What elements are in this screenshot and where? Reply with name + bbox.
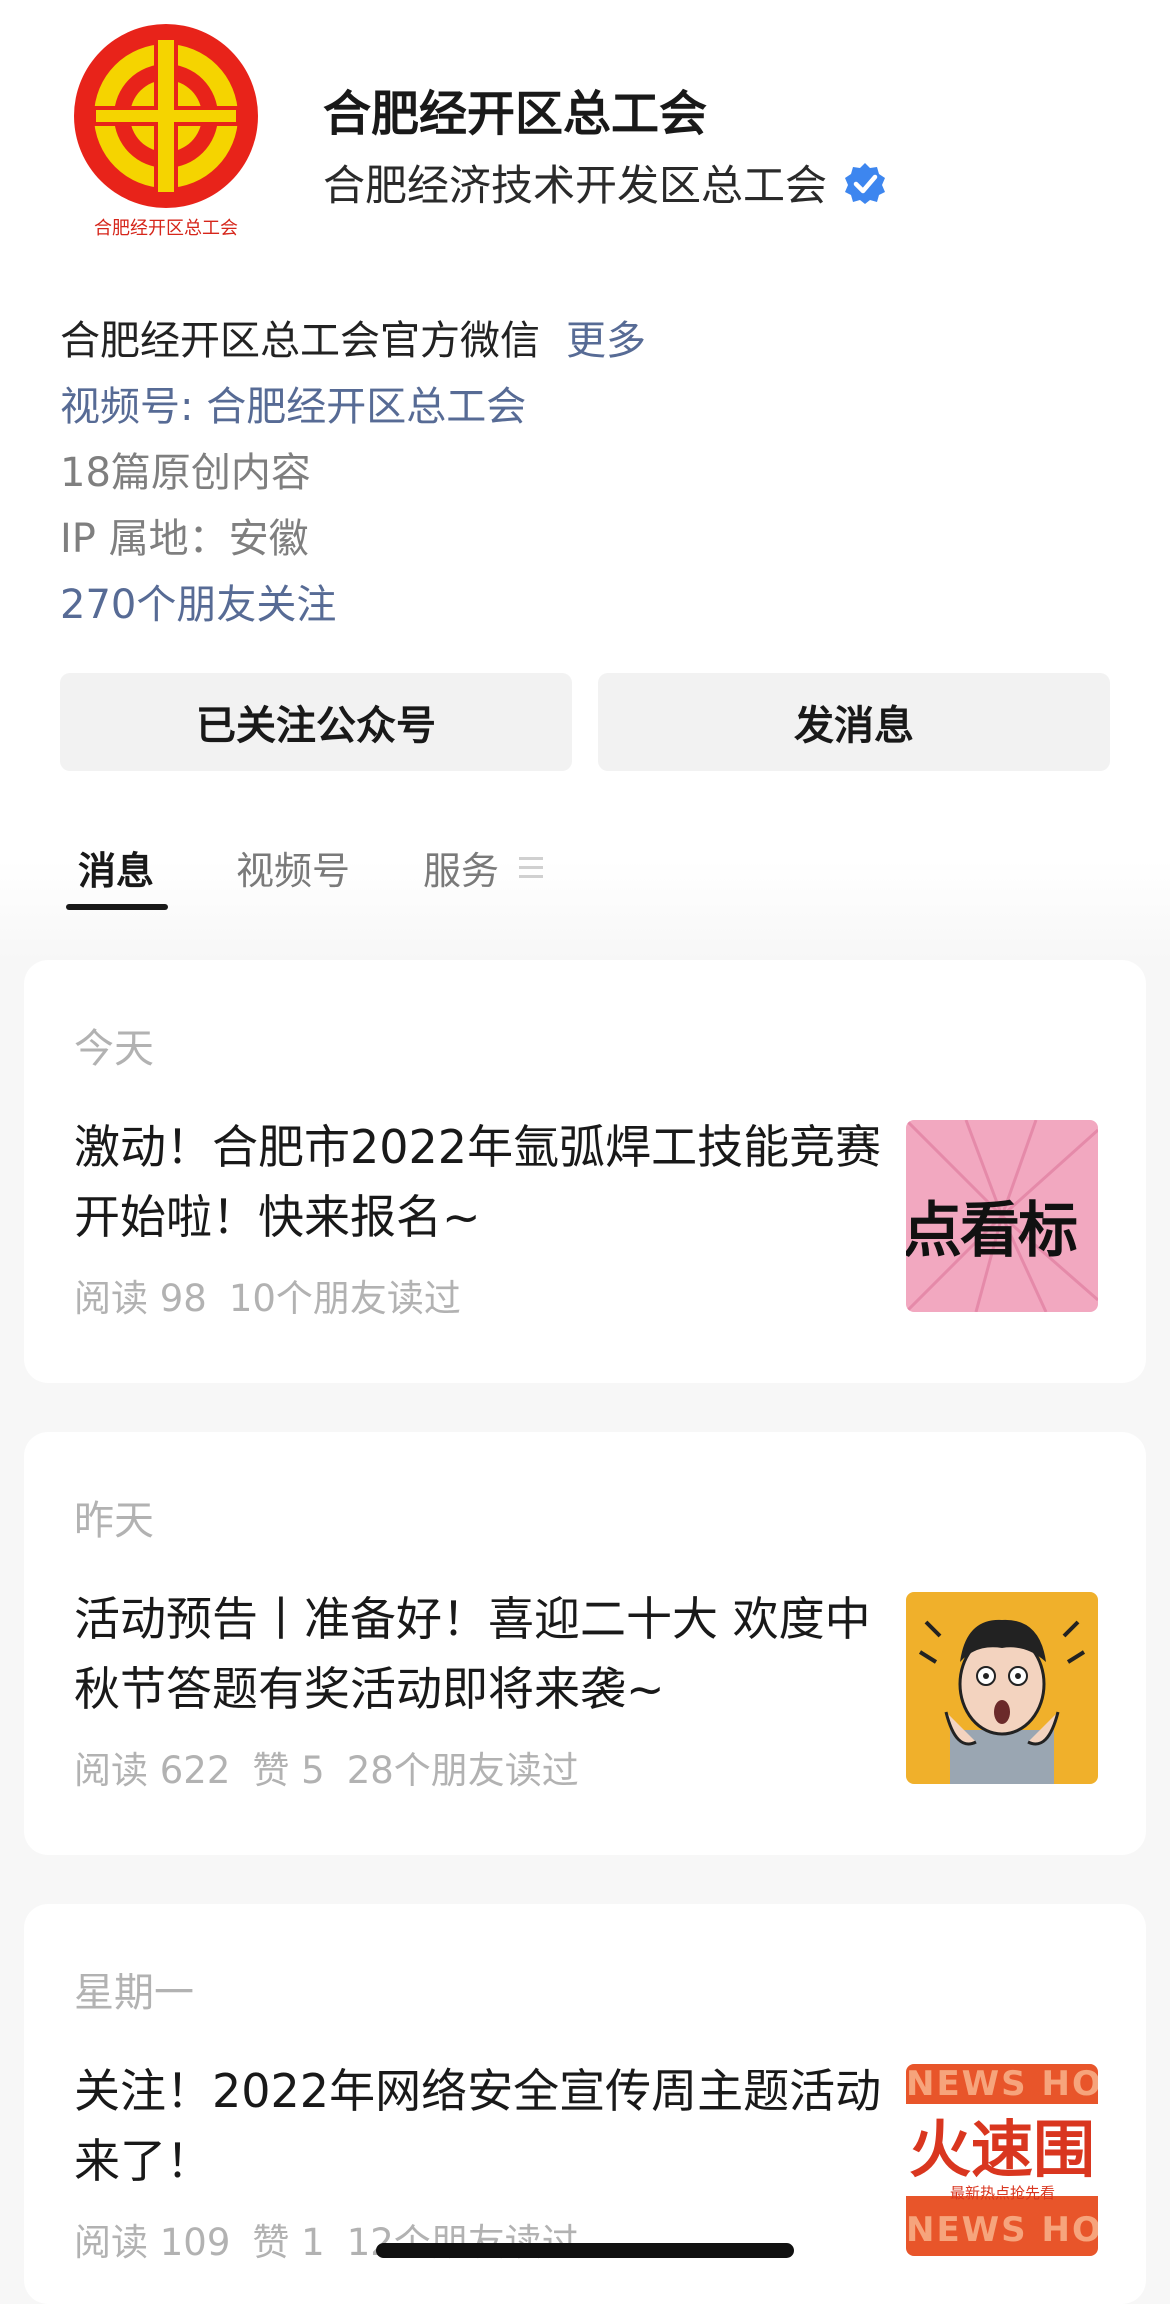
verified-check-icon bbox=[845, 162, 886, 204]
article-title[interactable]: 活动预告丨准备好！喜迎二十大 欢度中秋节答题有奖活动即将来袭~ bbox=[74, 1584, 904, 1724]
article-title[interactable]: 激动！合肥市2022年氩弧焊工技能竞赛开始啦！快来报名~ bbox=[74, 1112, 904, 1252]
article-meta: 阅读 622 赞 5 28个朋友读过 bbox=[74, 1740, 601, 1794]
thumbnail-band-top: NEWS HOT bbox=[906, 2064, 1098, 2104]
article-meta: 阅读 98 10个朋友读过 bbox=[74, 1268, 483, 1322]
read-count: 阅读 622 bbox=[74, 1749, 231, 1792]
thumbnail-text: 点看标 bbox=[906, 1196, 1078, 1266]
article-day: 今天 bbox=[74, 1026, 154, 1072]
read-count: 阅读 98 bbox=[74, 1277, 207, 1320]
ip-location: IP 属地：安徽 bbox=[60, 516, 309, 562]
followed-account-button[interactable]: 已关注公众号 bbox=[60, 673, 572, 771]
original-content-count: 18篇原创内容 bbox=[60, 450, 311, 496]
thumbnail-band-bottom: NEWS HOT bbox=[906, 2210, 1098, 2250]
article-card[interactable]: 昨天 活动预告丨准备好！喜迎二十大 欢度中秋节答题有奖活动即将来袭~ 阅读 62… bbox=[24, 1432, 1146, 1855]
send-message-button[interactable]: 发消息 bbox=[598, 673, 1110, 771]
friends-following-link[interactable]: 270个朋友关注 bbox=[60, 572, 336, 630]
surprised-person-illustration bbox=[918, 1619, 1086, 1784]
article-card[interactable]: 今天 激动！合肥市2022年氩弧焊工技能竞赛开始啦！快来报名~ 阅读 98 10个… bbox=[24, 960, 1146, 1383]
active-tab-indicator bbox=[66, 904, 168, 910]
tab-bar: 消息 视频号 服务 bbox=[0, 840, 1170, 920]
more-link[interactable]: 更多 bbox=[566, 318, 646, 364]
read-count: 阅读 109 bbox=[74, 2221, 231, 2264]
friends-read: 28个朋友读过 bbox=[346, 1749, 579, 1792]
menu-lines-icon[interactable] bbox=[517, 854, 545, 882]
article-day: 星期一 bbox=[74, 1970, 194, 2016]
thumbnail-subtext: 最新热点抢先看 bbox=[950, 2184, 1056, 2202]
account-name: 合肥经开区总工会 bbox=[323, 86, 708, 142]
article-thumbnail[interactable]: NEWS HOT 火速围 最新热点抢先看 NEWS HOT bbox=[906, 2064, 1098, 2256]
video-channel-link[interactable]: 视频号: 合肥经开区总工会 bbox=[60, 374, 526, 432]
like-count: 赞 5 bbox=[252, 1749, 325, 1792]
article-thumbnail[interactable]: 点看标 bbox=[906, 1120, 1098, 1312]
account-fullname: 合肥经济技术开发区总工会 bbox=[323, 161, 828, 210]
home-indicator[interactable] bbox=[376, 2243, 794, 2258]
tab-messages[interactable]: 消息 bbox=[78, 840, 154, 895]
article-day: 昨天 bbox=[74, 1498, 154, 1544]
logo-text: 合肥经开区总工会 bbox=[94, 218, 238, 239]
union-logo: 合肥经开区总工会 bbox=[74, 24, 258, 239]
account-fullname-row: 合肥经济技术开发区总工会 bbox=[323, 152, 887, 213]
tab-services[interactable]: 服务 bbox=[423, 840, 499, 895]
like-count: 赞 1 bbox=[252, 2221, 325, 2264]
article-thumbnail[interactable] bbox=[906, 1592, 1098, 1784]
article-title[interactable]: 关注！2022年网络安全宣传周主题活动来了！ bbox=[74, 2056, 904, 2196]
description-text: 合肥经开区总工会官方微信 bbox=[60, 318, 540, 364]
account-description: 合肥经开区总工会官方微信 更多 bbox=[60, 308, 646, 366]
tab-video-channel[interactable]: 视频号 bbox=[236, 840, 350, 895]
friends-read: 10个朋友读过 bbox=[228, 1277, 461, 1320]
